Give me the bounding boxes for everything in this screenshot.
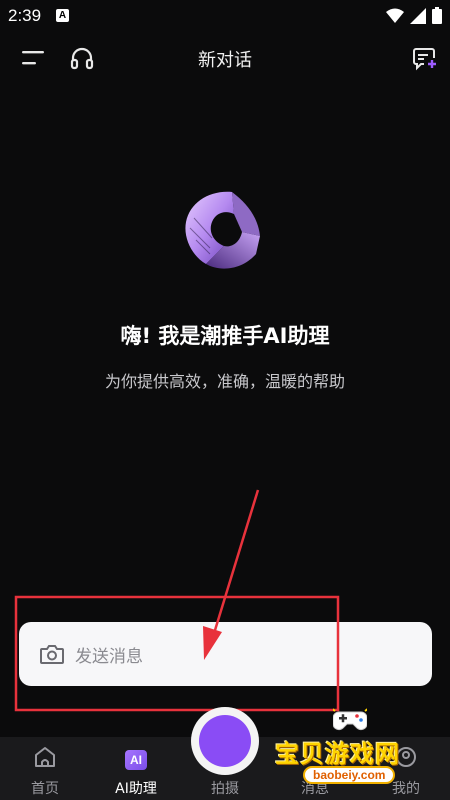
battery-icon bbox=[432, 7, 442, 24]
gamepad-icon bbox=[333, 708, 367, 731]
page-title: 新对话 bbox=[198, 50, 252, 71]
watermark-brand: 宝贝游戏网 bbox=[275, 740, 400, 768]
shoot-button[interactable] bbox=[199, 715, 251, 767]
app-logo-icon bbox=[185, 191, 260, 269]
watermark: 宝贝游戏网 baobeiy.com bbox=[275, 706, 450, 790]
message-input[interactable]: 发送消息 bbox=[19, 622, 432, 686]
nav-home[interactable]: 首页 bbox=[5, 737, 85, 800]
greeting-title: 嗨! 我是潮推手AI助理 bbox=[120, 324, 330, 348]
new-chat-icon[interactable] bbox=[412, 45, 438, 71]
nav-ai-assistant-label: AI助理 bbox=[115, 781, 157, 797]
message-placeholder: 发送消息 bbox=[75, 646, 143, 667]
nav-home-label: 首页 bbox=[31, 781, 59, 797]
greeting-subtitle: 为你提供高效，准确，温暖的帮助 bbox=[104, 372, 345, 391]
status-time: 2:39 bbox=[8, 6, 42, 25]
header: 新对话 bbox=[0, 32, 450, 84]
status-indicators bbox=[386, 7, 442, 24]
watermark-url: baobeiy.com bbox=[303, 766, 396, 784]
ai-assistant-icon: AI bbox=[125, 750, 147, 770]
notification-a-icon: A bbox=[56, 9, 69, 22]
status-bar: 2:39 A bbox=[0, 0, 450, 32]
home-icon bbox=[35, 747, 55, 767]
nav-shoot-label: 拍摄 bbox=[211, 781, 239, 797]
signal-icon bbox=[410, 7, 426, 24]
camera-icon[interactable] bbox=[39, 642, 65, 666]
wifi-icon bbox=[386, 8, 404, 23]
annotation-arrow-line bbox=[210, 489, 260, 641]
